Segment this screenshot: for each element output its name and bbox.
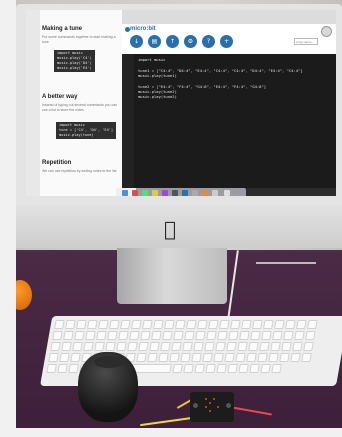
zoom-icon[interactable]: + [220,35,233,48]
app-icon[interactable] [202,190,208,196]
help-icon[interactable]: ? [202,35,215,48]
microbit-led [213,398,215,400]
apple-logo-icon:  [160,218,180,240]
doc-paragraph: We can use repetition by adding notes to… [42,169,117,173]
microbit-led [205,406,207,408]
microbit-led [209,402,211,404]
download-icon[interactable]: ↓ [130,35,143,48]
microbit-led [217,406,219,408]
save-icon[interactable]: ▤ [148,35,161,48]
key-row [54,320,318,329]
doc-section-1: Making a tune Put some commands together… [42,26,122,45]
cable [256,262,316,264]
key-row [52,331,316,340]
monitor-screen: Making a tune Put some commands together… [26,10,336,196]
key-row [50,342,314,351]
python-logo-icon [321,26,332,37]
doc-code-block: import music tune = ['C4', 'D4', 'E4'] m… [56,122,117,139]
doc-code-block: import music music.play('C4') music.play… [54,50,95,72]
app-icon[interactable] [172,190,178,196]
doc-heading: Making a tune [42,26,83,32]
trash-icon[interactable] [224,190,230,196]
doc-heading: Repetition [42,160,72,166]
doc-paragraph: Put some commands together to start maki… [42,35,116,44]
script-name-field[interactable]: script name [294,38,318,45]
tutorial-document: Making a tune Put some commands together… [26,10,136,196]
editor-code-line: music.play(tune2) [138,94,177,99]
microbit-button-a [193,403,198,408]
app-icon[interactable] [152,190,158,196]
monitor-stand [117,248,227,304]
python-editor-window: micro:bit ↓ ▤ ↑ ⚙ ? + script name import… [122,10,336,188]
microbit-led [205,398,207,400]
app-icon[interactable] [182,190,188,196]
doc-paragraph: Instead of typing out several commands y… [42,103,118,112]
app-icon[interactable] [142,190,148,196]
snippets-icon[interactable]: ⚙ [184,35,197,48]
red-wire [232,406,272,416]
photo-scene: Making a tune Put some commands together… [0,0,342,437]
line-number-gutter [122,54,134,188]
editor-code-line: import music [138,57,166,62]
load-icon[interactable]: ↑ [166,35,179,48]
doc-sidebar [26,10,40,196]
doc-section-2: A better way Instead of typing out sever… [42,94,122,113]
code-line: music.play('E4') [57,66,92,70]
app-icon[interactable] [192,190,198,196]
app-icon[interactable] [162,190,168,196]
app-icon[interactable] [132,190,138,196]
photo-border [0,0,16,437]
cable [227,250,239,320]
speaker-grille [94,356,124,368]
microbit-button-b [226,403,231,408]
photo-border [0,428,342,437]
microbit-led [209,410,211,412]
finder-icon[interactable] [122,190,128,196]
doc-heading: A better way [42,94,78,100]
doc-section-3: Repetition We can use repetition by addi… [42,160,122,174]
editor-code-line: music.play(tune1) [138,73,177,78]
browser-tab-bar [122,10,336,24]
code-line: music.play(tune) [59,133,94,137]
editor-brand: micro:bit [130,26,156,32]
app-icon[interactable] [212,190,218,196]
